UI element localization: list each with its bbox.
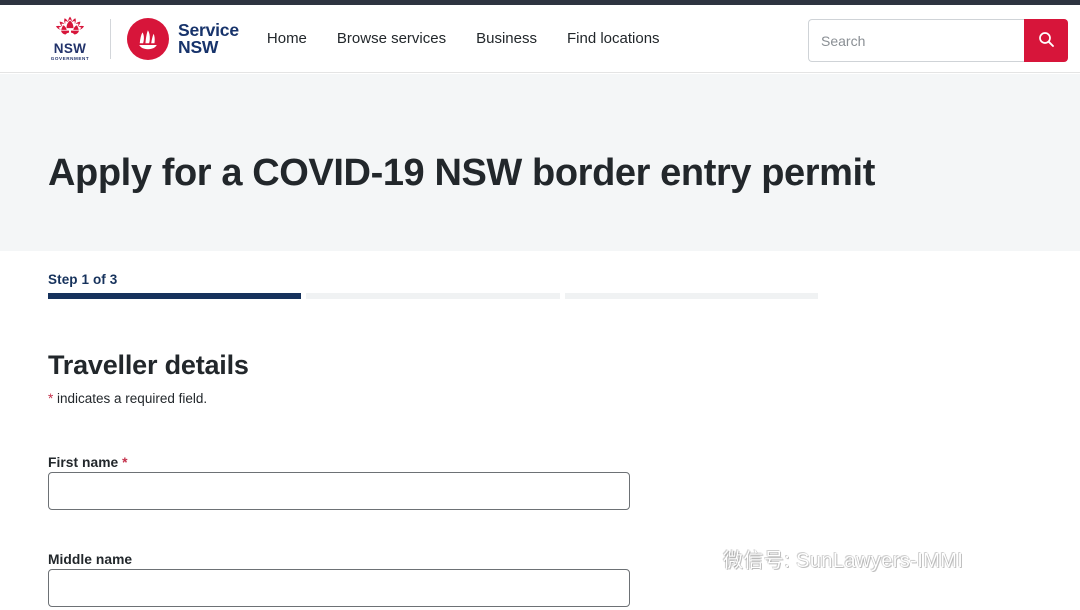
search-input[interactable]: [808, 19, 1024, 62]
page-title: Apply for a COVID-19 NSW border entry pe…: [48, 152, 875, 194]
nav-item-business[interactable]: Business: [476, 30, 537, 47]
search-submit-button[interactable]: [1024, 19, 1068, 62]
service-nsw-logo[interactable]: Service NSW: [127, 17, 239, 60]
step-segment-1: [48, 293, 302, 299]
wechat-watermark-text: 微信号: SunLawyers-IMMI: [723, 549, 964, 572]
nsw-gov-logo-line2: GOVERNMENT: [50, 55, 90, 61]
nsw-government-logo[interactable]: NSW GOVERNMENT: [48, 16, 92, 62]
wechat-icon: [676, 540, 714, 576]
field-first-name: First name *: [48, 454, 648, 510]
field-label-middle-name: Middle name: [48, 552, 132, 567]
step-progress-bar: [48, 293, 818, 299]
service-nsw-logo-line2: NSW: [178, 36, 219, 57]
field-label-first-name: First name *: [48, 455, 128, 470]
hero-banner: Apply for a COVID-19 NSW border entry pe…: [0, 74, 1080, 251]
middle-name-label-text: Middle name: [48, 552, 133, 567]
site-header: NSW GOVERNMENT Service NSW Home Browse s…: [0, 5, 1080, 73]
service-nsw-wordmark: Service NSW: [178, 19, 239, 57]
nsw-gov-logo-line1: NSW: [53, 40, 87, 56]
form-area: Traveller details * indicates a required…: [48, 350, 648, 607]
middle-name-input[interactable]: [48, 569, 630, 607]
nav-item-home[interactable]: Home: [267, 30, 307, 47]
service-nsw-logo-line1: Service: [178, 19, 239, 40]
service-nsw-emblem-icon: [127, 17, 169, 60]
field-middle-name: Middle name: [48, 551, 648, 607]
header-search: [808, 19, 1068, 62]
nav-item-browse-services[interactable]: Browse services: [337, 30, 446, 47]
nav-item-find-locations[interactable]: Find locations: [567, 30, 660, 47]
step-indicator: Step 1 of 3: [48, 272, 818, 299]
brand-divider: [110, 18, 111, 59]
step-segment-2: [306, 293, 560, 299]
wechat-watermark: 微信号: SunLawyers-IMMI: [676, 540, 963, 576]
search-icon: [1038, 31, 1055, 51]
step-segment-3: [564, 293, 818, 299]
step-indicator-label: Step 1 of 3: [48, 272, 118, 287]
first-name-required-marker: *: [122, 455, 128, 470]
main-navigation: Home Browse services Business Find locat…: [267, 30, 660, 47]
page-root: NSW GOVERNMENT Service NSW Home Browse s…: [0, 0, 1080, 610]
first-name-label-text: First name: [48, 455, 119, 470]
first-name-input[interactable]: [48, 472, 630, 510]
required-field-note: * indicates a required field.: [48, 391, 648, 406]
waratah-icon: [53, 16, 87, 41]
form-section-title: Traveller details: [48, 350, 249, 380]
required-note-text: indicates a required field.: [53, 391, 208, 406]
brand-block: NSW GOVERNMENT Service NSW: [0, 5, 239, 72]
